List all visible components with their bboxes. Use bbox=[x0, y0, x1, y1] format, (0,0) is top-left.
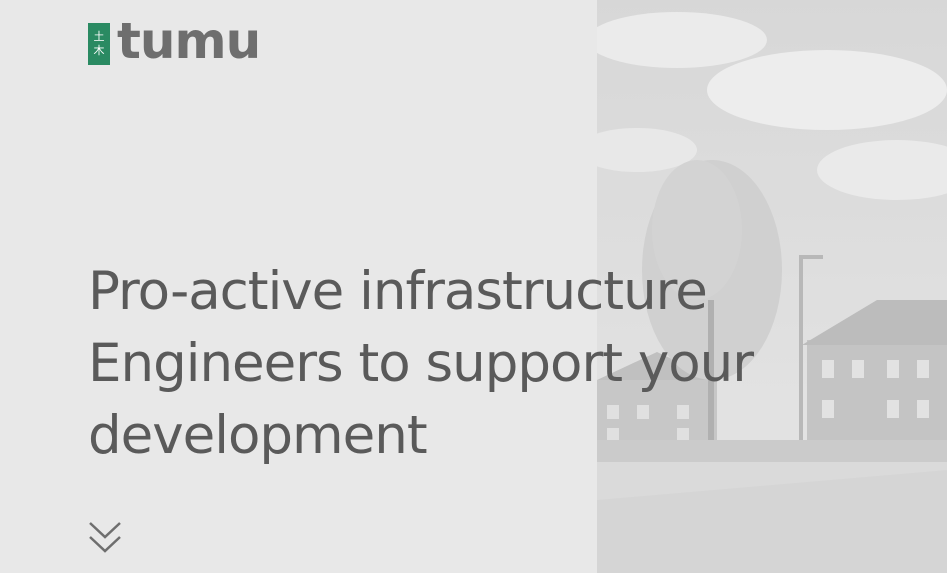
headline-line-3: development bbox=[88, 405, 428, 466]
hero-headline: Pro-active infrastructure Engineers to s… bbox=[88, 256, 828, 472]
double-chevron-down-icon[interactable] bbox=[88, 519, 124, 557]
tumu-logo[interactable]: 土 木 tumu bbox=[88, 12, 261, 70]
logo-wordmark: tumu bbox=[117, 12, 261, 70]
headline-line-1: Pro-active infrastructure bbox=[88, 261, 708, 322]
logo-mark: 土 木 bbox=[88, 23, 110, 65]
logo-mark-bottom-glyph: 木 bbox=[93, 44, 105, 57]
headline-line-2: Engineers to support your bbox=[88, 333, 754, 394]
logo-mark-top-glyph: 土 bbox=[93, 30, 105, 43]
